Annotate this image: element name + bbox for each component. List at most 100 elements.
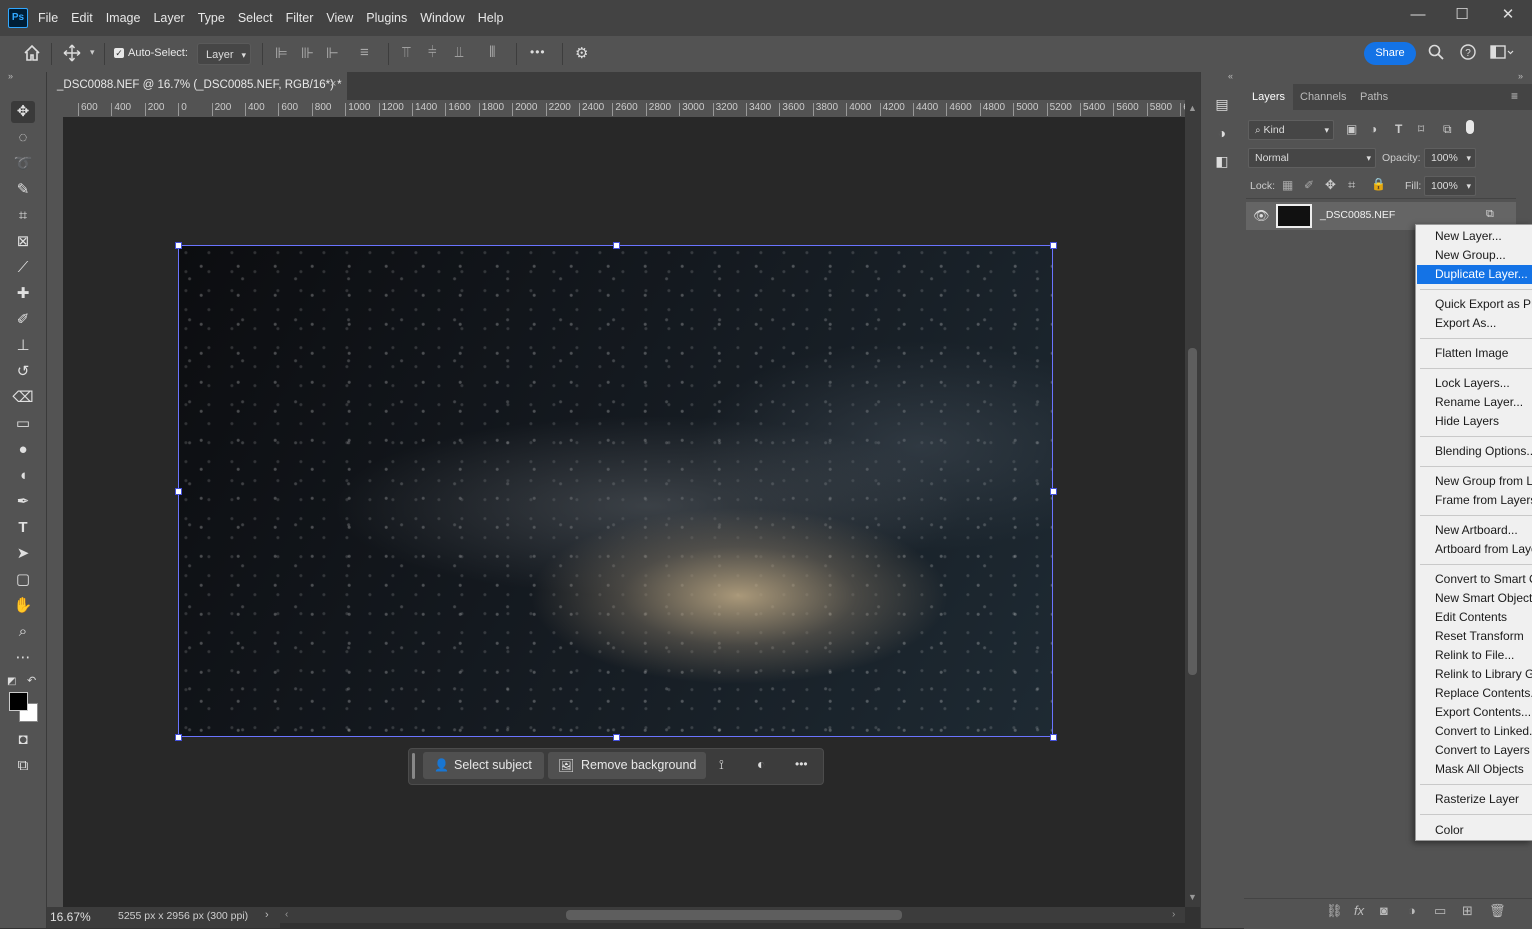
align-top-icon[interactable]: ⫪ <box>402 44 410 61</box>
menu-item-edit-contents[interactable]: Edit Contents <box>1417 608 1532 627</box>
collapse-toolbar-icon[interactable]: » <box>8 71 13 81</box>
status-menu-arrow-icon[interactable]: › <box>265 909 269 921</box>
eraser-tool-icon[interactable]: ⌫ <box>11 387 35 409</box>
crop-tool-icon[interactable]: ⌗ <box>11 205 35 227</box>
transform-handle[interactable] <box>1050 242 1057 249</box>
adjustments-icon[interactable]: ◑ <box>1212 123 1232 143</box>
menu-item-new-artboard[interactable]: New Artboard... <box>1417 521 1532 540</box>
auto-select-target-dropdown[interactable]: Layer ▾ <box>197 43 251 65</box>
lock-artboard-icon[interactable]: ⌗ <box>1348 177 1355 193</box>
workspace-icon[interactable] <box>1490 44 1514 60</box>
healing-brush-tool-icon[interactable]: ✚ <box>11 283 35 305</box>
new-group-icon[interactable]: ▭ <box>1434 903 1446 919</box>
zoom-tool-icon[interactable]: ⌕ <box>11 621 35 643</box>
menu-item-quick-export[interactable]: Quick Export as PNG <box>1417 295 1532 314</box>
settings-icon[interactable]: ⚙ <box>575 44 588 62</box>
lasso-tool-icon[interactable]: ➰ <box>11 153 35 175</box>
remove-background-button[interactable]: 🖼 Remove background <box>548 752 706 779</box>
lock-all-icon[interactable]: 🔒 <box>1371 177 1386 191</box>
scroll-down-icon[interactable]: ▼ <box>1188 892 1197 902</box>
menu-item-new-group-from-layers[interactable]: New Group from Layers... <box>1417 472 1532 491</box>
pen-tool-icon[interactable]: ✒ <box>11 491 35 513</box>
hand-tool-icon[interactable]: ✋ <box>11 595 35 617</box>
default-colors-icon[interactable]: ◩ <box>7 676 16 687</box>
menu-filter[interactable]: Filter <box>286 11 314 25</box>
menu-item-mask-all-objects[interactable]: Mask All Objects <box>1417 760 1532 779</box>
dodge-tool-icon[interactable]: ◖ <box>11 465 35 487</box>
align-center-icon[interactable]: ⊪ <box>301 44 314 62</box>
distribute-vertical-icon[interactable]: ⦀ <box>489 44 496 61</box>
transform-handle[interactable] <box>175 734 182 741</box>
frame-tool-icon[interactable]: ⊠ <box>11 231 35 253</box>
menu-item-color[interactable]: Color <box>1417 821 1532 840</box>
gradient-tool-icon[interactable]: ▭ <box>11 413 35 435</box>
edit-toolbar-icon[interactable]: ⋯ <box>11 647 35 669</box>
menu-item-rasterize-layer[interactable]: Rasterize Layer <box>1417 790 1532 809</box>
quick-selection-tool-icon[interactable]: ✎ <box>11 179 35 201</box>
menu-item-new-smart-object-via-copy[interactable]: New Smart Object via Copy <box>1417 589 1532 608</box>
transform-handle[interactable] <box>613 242 620 249</box>
menu-item-frame-from-layers[interactable]: Frame from Layers... <box>1417 491 1532 510</box>
menu-item-duplicate-layer[interactable]: Duplicate Layer... <box>1417 265 1532 284</box>
help-icon[interactable]: ? <box>1460 44 1476 60</box>
menu-help[interactable]: Help <box>478 11 504 25</box>
zoom-level-field[interactable]: 16.67% <box>50 910 91 924</box>
layer-thumbnail[interactable] <box>1276 204 1312 228</box>
menu-layer[interactable]: Layer <box>153 11 184 25</box>
menu-view[interactable]: View <box>326 11 353 25</box>
transform-handle[interactable] <box>175 242 182 249</box>
document-image[interactable] <box>178 245 1053 737</box>
menu-edit[interactable]: Edit <box>71 11 93 25</box>
chevron-down-icon[interactable]: ▾ <box>90 47 95 58</box>
smart-object-filter-icon[interactable]: ⧉ <box>1443 122 1452 137</box>
swap-colors-icon[interactable]: ↶ <box>27 674 36 687</box>
layer-style-icon[interactable]: fx <box>1354 903 1364 918</box>
adjustment-layer-filter-icon[interactable]: ◑ <box>1370 122 1377 136</box>
collapse-panels-icon[interactable]: « <box>1228 71 1233 81</box>
screen-mode-icon[interactable]: ⧉ <box>11 755 35 777</box>
menu-item-export-as[interactable]: Export As... <box>1417 314 1532 333</box>
menu-file[interactable]: File <box>38 11 58 25</box>
scroll-right-icon[interactable]: › <box>1172 909 1175 920</box>
menu-item-relink-to-library[interactable]: Relink to Library Graphic... <box>1417 665 1532 684</box>
menu-item-relink-to-file[interactable]: Relink to File... <box>1417 646 1532 665</box>
eye-icon[interactable]: 👁 <box>1253 208 1270 224</box>
adjustment-layer-icon[interactable]: ◑ <box>1408 903 1416 918</box>
menu-item-hide-layers[interactable]: Hide Layers <box>1417 412 1532 431</box>
share-button[interactable]: Share <box>1364 42 1416 65</box>
transform-handle[interactable] <box>613 734 620 741</box>
align-right-icon[interactable]: ⊩ <box>326 44 339 62</box>
adjustment-icon[interactable]: ◐ <box>757 756 765 772</box>
type-layer-filter-icon[interactable]: T <box>1395 122 1402 136</box>
blur-tool-icon[interactable]: ● <box>11 439 35 461</box>
vertical-scroll-thumb[interactable] <box>1188 348 1197 675</box>
menu-item-artboard-from-layers[interactable]: Artboard from Layers... <box>1417 540 1532 559</box>
auto-select-checkbox[interactable]: ✓ <box>114 48 124 58</box>
move-tool-icon[interactable]: ✥ <box>11 101 35 123</box>
search-icon[interactable] <box>1428 44 1444 60</box>
new-layer-icon[interactable]: ⊞ <box>1462 903 1473 919</box>
lock-position-icon[interactable]: ✥ <box>1325 177 1336 193</box>
transform-icon[interactable]: ⟟ <box>719 757 724 773</box>
filter-kind-dropdown[interactable]: ⌕ Kind ▾ <box>1248 120 1334 140</box>
lock-transparent-pixels-icon[interactable]: ▦ <box>1282 178 1293 192</box>
layer-name[interactable]: _DSC0085.NEF <box>1320 209 1395 221</box>
more-options-button[interactable]: ••• <box>530 45 546 59</box>
minimize-button[interactable]: — <box>1395 0 1441 30</box>
properties-icon[interactable]: ◧ <box>1212 151 1232 171</box>
menu-item-export-contents[interactable]: Export Contents... <box>1417 703 1532 722</box>
move-tool-icon[interactable] <box>63 44 81 62</box>
close-window-button[interactable]: ✕ <box>1485 0 1531 30</box>
menu-item-new-layer[interactable]: New Layer... <box>1417 227 1532 246</box>
menu-item-reset-transform[interactable]: Reset Transform <box>1417 627 1532 646</box>
rectangle-tool-icon[interactable]: ▢ <box>11 569 35 591</box>
task-bar-more-button[interactable]: ••• <box>795 757 808 771</box>
menu-item-convert-to-layers[interactable]: Convert to Layers <box>1417 741 1532 760</box>
close-document-icon[interactable]: × <box>330 78 336 90</box>
quick-mask-icon[interactable]: ◘ <box>11 729 35 751</box>
scroll-up-icon[interactable]: ▲ <box>1188 103 1197 113</box>
eyedropper-tool-icon[interactable]: ⟋ <box>11 257 35 279</box>
menu-item-blending-options[interactable]: Blending Options... <box>1417 442 1532 461</box>
type-tool-icon[interactable]: T <box>11 517 35 539</box>
lock-image-pixels-icon[interactable]: ✐ <box>1304 178 1314 192</box>
